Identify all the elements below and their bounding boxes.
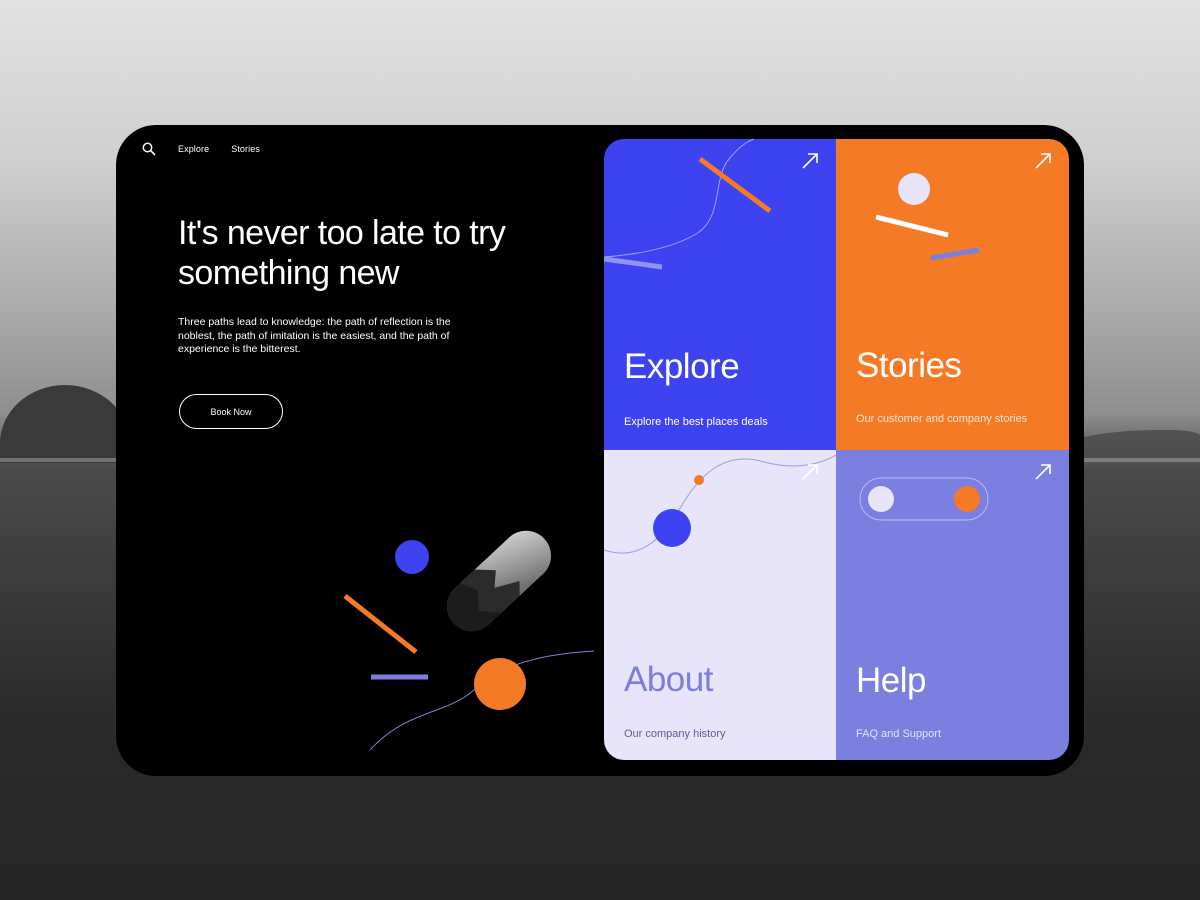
arrow-up-right-icon[interactable] xyxy=(800,462,820,482)
stories-illustration xyxy=(875,173,980,261)
tile-subtitle: FAQ and Support xyxy=(856,728,941,740)
decorative-orange-dot xyxy=(474,658,526,710)
arrow-up-right-icon[interactable] xyxy=(800,151,820,171)
tile-help[interactable]: Help FAQ and Support xyxy=(836,450,1069,760)
tile-stories[interactable]: Stories Our customer and company stories xyxy=(836,139,1069,450)
background-hill xyxy=(0,385,130,463)
app-window: Explore Stories It's never too late to t… xyxy=(116,125,1084,776)
tile-title: Explore xyxy=(624,347,740,386)
arrow-up-right-icon[interactable] xyxy=(1033,151,1053,171)
tile-subtitle: Our customer and company stories xyxy=(856,413,1028,425)
arrow-up-right-icon[interactable] xyxy=(1033,462,1053,482)
hero-illustration xyxy=(343,520,595,751)
toggle-switch-icon xyxy=(859,477,989,521)
tile-about[interactable]: About Our company history xyxy=(604,450,836,760)
explore-illustration xyxy=(604,139,772,270)
decorative-blue-dot xyxy=(395,540,429,574)
decorative-orange-bar xyxy=(343,594,418,654)
tile-title: Help xyxy=(856,661,926,700)
landscape-pill-image xyxy=(436,520,562,642)
tile-subtitle: Explore the best places deals xyxy=(624,416,768,428)
tile-title: Stories xyxy=(856,346,962,385)
category-grid: Explore Explore the best places deals St… xyxy=(604,139,1069,760)
tile-subtitle: Our company history xyxy=(624,728,726,740)
tile-title: About xyxy=(624,660,713,699)
about-illustration xyxy=(604,454,836,554)
tile-explore[interactable]: Explore Explore the best places deals xyxy=(604,139,836,450)
